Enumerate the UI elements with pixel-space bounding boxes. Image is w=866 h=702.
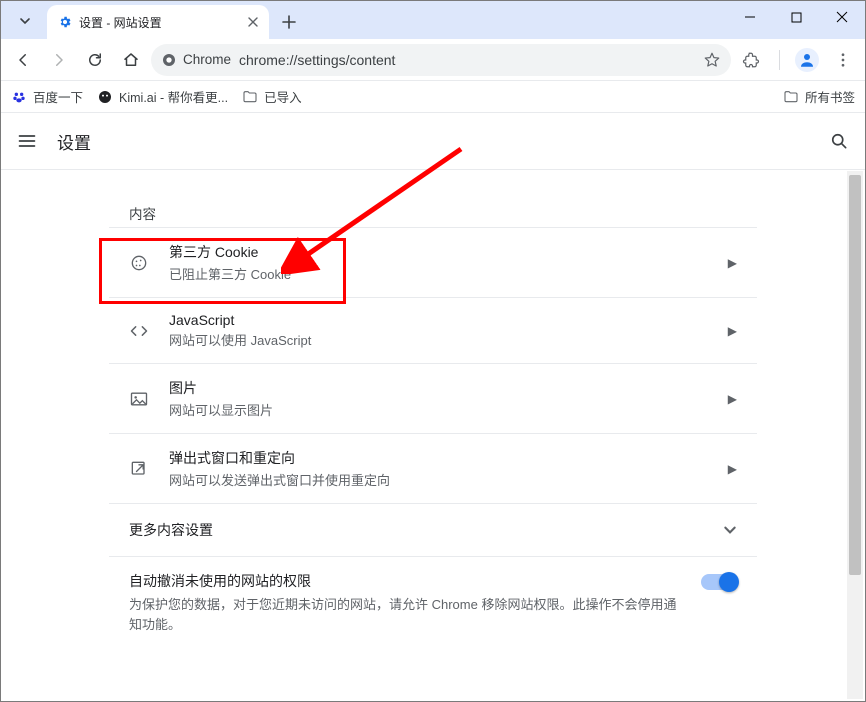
popup-icon bbox=[129, 459, 149, 479]
section-title-content: 内容 bbox=[109, 195, 757, 227]
extensions-button[interactable] bbox=[735, 44, 767, 76]
scrollbar-thumb[interactable] bbox=[849, 175, 861, 575]
toolbar: Chrome chrome://settings/content bbox=[1, 39, 865, 81]
kebab-icon bbox=[834, 51, 852, 69]
row-subtitle: 为保护您的数据，对于您近期未访问的网站，请允许 Chrome 移除网站权限。此操… bbox=[129, 595, 681, 634]
settings-search-button[interactable] bbox=[829, 131, 849, 151]
bookmark-label: 百度一下 bbox=[33, 87, 83, 106]
tab-title: 设置 - 网站设置 bbox=[79, 14, 239, 31]
menu-toggle-button[interactable] bbox=[17, 131, 37, 151]
auto-revoke-toggle[interactable] bbox=[701, 574, 737, 590]
bookmark-label: 已导入 bbox=[264, 87, 302, 106]
arrow-right-icon bbox=[50, 51, 68, 69]
arrow-left-icon bbox=[14, 51, 32, 69]
chevron-down-icon bbox=[19, 15, 31, 27]
row-more-content-settings[interactable]: 更多内容设置 bbox=[109, 503, 757, 556]
chevron-right-icon: ▶ bbox=[728, 462, 737, 476]
window-controls bbox=[727, 1, 865, 33]
puzzle-icon bbox=[742, 51, 760, 69]
row-javascript[interactable]: JavaScript 网站可以使用 JavaScript ▶ bbox=[109, 297, 757, 363]
avatar-icon bbox=[795, 48, 819, 72]
back-button[interactable] bbox=[7, 44, 39, 76]
gear-icon bbox=[57, 14, 73, 30]
url-text: chrome://settings/content bbox=[239, 52, 695, 68]
browser-tab[interactable]: 设置 - 网站设置 bbox=[47, 5, 269, 39]
home-icon bbox=[122, 51, 140, 69]
all-bookmarks-label: 所有书签 bbox=[805, 87, 855, 106]
row-title: 弹出式窗口和重定向 bbox=[169, 448, 708, 468]
bookmarks-bar: 百度一下 Kimi.ai - 帮你看更... 已导入 所有书签 bbox=[1, 81, 865, 113]
tabs-dropdown-button[interactable] bbox=[7, 5, 43, 37]
address-bar[interactable]: Chrome chrome://settings/content bbox=[151, 44, 731, 76]
row-popups[interactable]: 弹出式窗口和重定向 网站可以发送弹出式窗口并使用重定向 ▶ bbox=[109, 433, 757, 503]
minimize-icon bbox=[744, 11, 756, 23]
row-subtitle: 网站可以发送弹出式窗口并使用重定向 bbox=[169, 470, 708, 489]
hamburger-icon bbox=[17, 131, 37, 151]
minimize-button[interactable] bbox=[727, 1, 773, 33]
settings-title: 设置 bbox=[57, 129, 91, 154]
chevron-right-icon: ▶ bbox=[728, 324, 737, 338]
bookmark-item-baidu[interactable]: 百度一下 bbox=[11, 87, 83, 106]
site-chip[interactable]: Chrome bbox=[161, 52, 231, 68]
folder-icon bbox=[242, 89, 258, 105]
image-icon bbox=[129, 389, 149, 409]
titlebar: 设置 - 网站设置 bbox=[1, 1, 865, 39]
row-title: 更多内容设置 bbox=[129, 520, 703, 540]
row-title: 自动撤消未使用的网站的权限 bbox=[129, 571, 681, 591]
chip-label: Chrome bbox=[183, 52, 231, 67]
profile-button[interactable] bbox=[791, 44, 823, 76]
bookmark-folder-imported[interactable]: 已导入 bbox=[242, 87, 302, 106]
reload-icon bbox=[86, 51, 104, 69]
separator bbox=[779, 50, 780, 70]
row-title: 图片 bbox=[169, 378, 708, 398]
close-window-button[interactable] bbox=[819, 1, 865, 33]
forward-button[interactable] bbox=[43, 44, 75, 76]
face-icon bbox=[97, 89, 113, 105]
chevron-down-icon bbox=[723, 523, 737, 537]
star-icon bbox=[703, 51, 721, 69]
vertical-scrollbar[interactable] bbox=[847, 171, 863, 699]
row-subtitle: 网站可以使用 JavaScript bbox=[169, 330, 708, 349]
settings-header: 设置 bbox=[1, 113, 865, 170]
tab-close-button[interactable] bbox=[245, 14, 261, 30]
all-bookmarks-button[interactable]: 所有书签 bbox=[783, 87, 855, 106]
folder-icon bbox=[783, 89, 799, 105]
plus-icon bbox=[282, 15, 296, 29]
new-tab-button[interactable] bbox=[275, 8, 303, 36]
bookmark-label: Kimi.ai - 帮你看更... bbox=[119, 87, 228, 106]
search-icon bbox=[829, 131, 849, 151]
chrome-icon bbox=[161, 52, 177, 68]
reload-button[interactable] bbox=[79, 44, 111, 76]
row-title: JavaScript bbox=[169, 312, 708, 328]
row-auto-revoke-permissions: 自动撤消未使用的网站的权限 为保护您的数据，对于您近期未访问的网站，请允许 Ch… bbox=[109, 556, 757, 654]
annotation-highlight-box bbox=[99, 238, 346, 304]
paw-icon bbox=[11, 89, 27, 105]
code-icon bbox=[129, 321, 149, 341]
maximize-button[interactable] bbox=[773, 1, 819, 33]
close-icon bbox=[836, 11, 848, 23]
menu-button[interactable] bbox=[827, 44, 859, 76]
row-images[interactable]: 图片 网站可以显示图片 ▶ bbox=[109, 363, 757, 433]
bookmark-star-button[interactable] bbox=[703, 51, 721, 69]
row-subtitle: 网站可以显示图片 bbox=[169, 400, 708, 419]
chevron-right-icon: ▶ bbox=[728, 256, 737, 270]
maximize-icon bbox=[791, 12, 802, 23]
chevron-right-icon: ▶ bbox=[728, 392, 737, 406]
bookmark-item-kimi[interactable]: Kimi.ai - 帮你看更... bbox=[97, 87, 228, 106]
close-icon bbox=[248, 17, 258, 27]
home-button[interactable] bbox=[115, 44, 147, 76]
